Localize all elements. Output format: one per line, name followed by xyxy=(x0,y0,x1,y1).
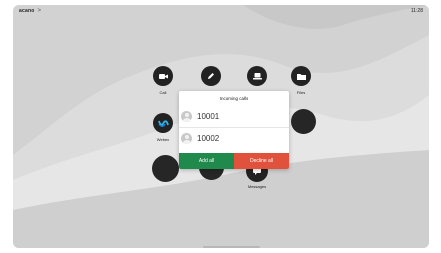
folder-icon xyxy=(296,73,306,80)
webex-logo-icon xyxy=(157,119,169,127)
app-tile-blank[interactable] xyxy=(291,109,316,134)
share-screen-icon xyxy=(252,72,262,79)
messages-app-label: Messages xyxy=(247,184,267,189)
dialog-title: Incoming calls xyxy=(219,96,249,101)
home-indicator[interactable] xyxy=(203,246,260,248)
brand-name: acano xyxy=(19,8,35,14)
person-icon xyxy=(184,112,189,117)
avatar xyxy=(181,110,192,122)
caller-number: 10002 xyxy=(197,133,220,143)
chevron-right-icon: > xyxy=(37,8,41,14)
avatar xyxy=(181,132,192,144)
camera-icon xyxy=(158,73,168,79)
person-body-icon xyxy=(182,139,191,144)
share-app-tile[interactable] xyxy=(247,66,267,86)
device-screen: acano > 11:28 Call Files Webex Messages … xyxy=(13,5,429,248)
clock: 11:28 xyxy=(410,8,423,14)
add-all-button[interactable]: Add all xyxy=(179,153,234,169)
decline-all-button[interactable]: Decline all xyxy=(234,153,289,169)
app-tile-blank[interactable] xyxy=(152,155,179,182)
webex-app-tile[interactable] xyxy=(153,113,173,133)
call-app-label: Call xyxy=(159,90,167,95)
caller-number: 10001 xyxy=(197,111,220,121)
pencil-icon xyxy=(208,73,214,79)
incoming-calls-dialog: Incoming calls 10001 10002 Add all Decli… xyxy=(179,91,289,169)
whiteboard-app-tile[interactable] xyxy=(201,66,221,86)
person-icon xyxy=(184,134,189,139)
call-app-tile[interactable] xyxy=(153,66,173,86)
person-body-icon xyxy=(182,117,191,122)
incoming-call-row[interactable]: 10001 xyxy=(179,106,289,126)
incoming-call-row[interactable]: 10002 xyxy=(179,128,289,148)
files-app-tile[interactable] xyxy=(291,66,311,86)
breadcrumb[interactable]: acano > xyxy=(19,8,41,14)
webex-app-label: Webex xyxy=(156,137,170,142)
dialog-actions: Add all Decline all xyxy=(179,153,289,169)
